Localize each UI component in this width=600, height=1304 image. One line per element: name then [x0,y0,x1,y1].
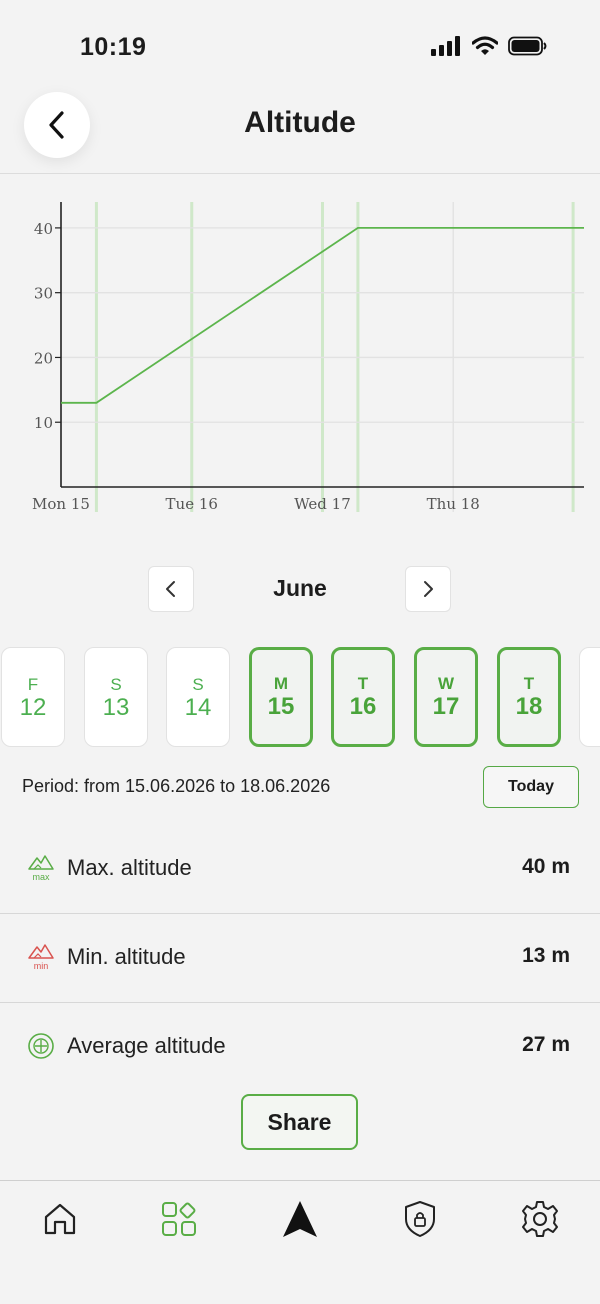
header: Altitude [0,80,600,174]
nav-navigation[interactable] [278,1197,322,1241]
navigation-icon [283,1201,317,1237]
bottom-navigation [0,1180,600,1304]
today-button[interactable]: Today [483,766,579,808]
stat-value: 13 m [522,944,570,967]
day-letter: T [357,674,369,693]
day-card-selected[interactable]: W 17 [414,647,478,747]
day-number: 15 [267,693,295,720]
y-tick-label: 20 [34,349,53,367]
home-icon [44,1203,76,1235]
min-icon-caption: min [34,961,49,971]
stat-row-average-altitude: Average altitude 27 m [0,1003,600,1092]
day-number: 16 [349,693,377,720]
month-navigation: June [0,566,600,612]
day-number: 17 [432,693,460,720]
settings-icon [522,1201,558,1237]
altitude-chart: 10 20 30 40 Mon 15 Tue 16 Wed 17 Thu 18 [32,202,584,513]
y-tick-label: 40 [34,220,53,238]
stat-label: Min. altitude [67,944,186,969]
day-card[interactable]: S 14 [166,647,230,747]
day-number: 12 [19,694,47,721]
day-card-partial[interactable] [579,647,600,747]
day-number: 14 [184,694,212,721]
status-bar: 10:19 [0,0,600,90]
y-tick-label: 10 [34,414,53,432]
day-letter: T [523,674,535,693]
max-icon-caption: max [32,872,50,882]
day-letter: F [27,675,39,694]
wifi-icon [472,36,498,55]
x-tick-label: Thu 18 [427,495,480,513]
day-card[interactable]: S 13 [84,647,148,747]
x-tick-label: Mon 15 [32,495,90,513]
day-number: 13 [102,694,130,721]
stat-row-min-altitude: min Min. altitude 13 m [0,914,600,1003]
day-card-selected[interactable]: M 15 [249,647,313,747]
day-selector[interactable]: F 12 S 13 S 14 M 15 T 16 W 17 T 18 [0,647,600,749]
min-altitude-icon: min [28,944,54,971]
day-card[interactable]: F 12 [1,647,65,747]
chevron-right-icon [424,581,433,597]
stat-value: 27 m [522,1033,570,1056]
month-label: June [273,575,327,601]
stat-value: 40 m [522,855,570,878]
stat-label: Max. altitude [67,855,192,880]
day-letter: W [437,674,455,693]
day-card-selected[interactable]: T 16 [331,647,395,747]
battery-icon [508,36,547,56]
period-text: Period: from 15.06.2026 to 18.06.2026 [22,776,331,796]
y-tick-label: 30 [34,285,53,303]
security-icon [405,1201,435,1237]
day-card-selected[interactable]: T 18 [497,647,561,747]
nav-apps[interactable] [157,1197,201,1241]
stat-label: Average altitude [67,1033,226,1058]
day-letter: S [110,675,122,694]
x-tick-label: Tue 16 [166,495,218,513]
page-title: Altitude [244,106,356,139]
nav-security[interactable] [398,1197,442,1241]
next-month-button[interactable] [405,566,451,612]
max-altitude-icon: max [28,855,54,882]
day-letter: M [273,674,289,693]
x-tick-label: Wed 17 [294,495,351,513]
apps-icon [162,1202,196,1236]
nav-home[interactable] [38,1197,82,1241]
status-icons [431,36,548,56]
day-letter: S [192,675,204,694]
cellular-signal-icon [431,36,460,56]
status-time: 10:19 [80,33,147,61]
stat-row-max-altitude: max Max. altitude 40 m [0,825,600,914]
share-button[interactable]: Share [241,1094,358,1150]
average-altitude-icon [28,1033,54,1059]
day-number: 18 [515,693,543,720]
nav-settings[interactable] [518,1197,562,1241]
